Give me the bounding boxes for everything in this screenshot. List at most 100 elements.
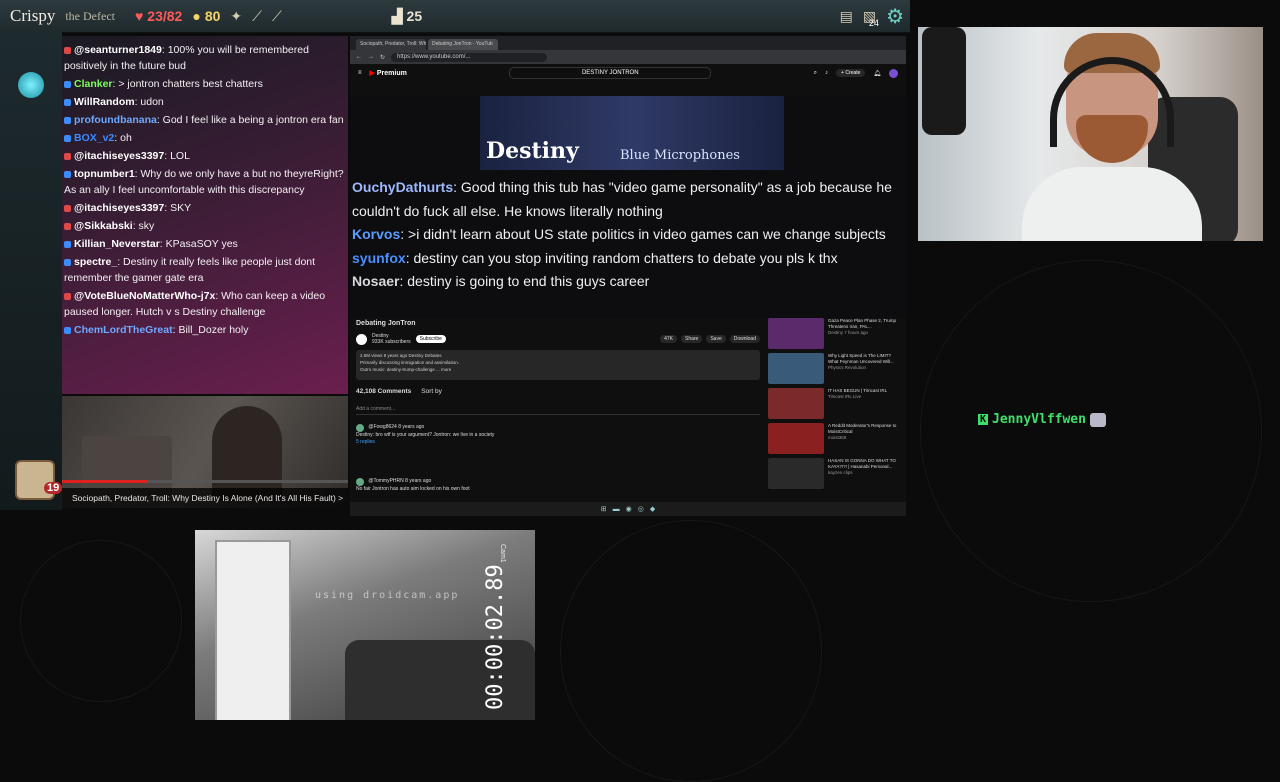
url-field[interactable]: https://www.youtube.com/... <box>391 52 548 62</box>
comments-header: 42,108 Comments Sort by <box>356 388 442 395</box>
back-icon[interactable]: ← <box>356 54 362 60</box>
search-icon[interactable]: ⌕ <box>814 70 817 77</box>
sort-button[interactable]: Sort by <box>421 388 442 395</box>
rec-text: IT HAS BEGUN | Timcast IRL Timcast IRL Li… <box>828 388 887 419</box>
chat-username[interactable]: @VoteBlueNoMatterWho-j7x <box>74 290 215 302</box>
chat-username[interactable]: @Sikkabski <box>74 220 133 232</box>
save-button[interactable]: Save <box>706 335 726 343</box>
video-player[interactable]: Destiny Blue Microphones OuchyDathurts: … <box>350 96 906 372</box>
youtube-logo[interactable]: ▶ Premium <box>370 69 407 77</box>
potion-slot-icon[interactable]: ⟋ <box>252 8 262 25</box>
tab-1[interactable]: Sociopath, Predator, Troll: Wh <box>356 39 426 50</box>
add-comment-input[interactable]: Add a comment... <box>356 406 760 415</box>
channel-subs: 933K subscribers <box>372 339 411 345</box>
chat-badge-icon <box>64 240 71 248</box>
player-title: the Defect <box>65 8 115 23</box>
replies-button[interactable]: 5 replies <box>356 439 375 445</box>
chat-username[interactable]: @itachiseyes3397 <box>74 202 164 214</box>
recommended-video[interactable]: Gaza Peace Plan Phase 2, Trump Threatens… <box>768 318 902 349</box>
hp-display[interactable]: ♥ 23/82 <box>135 8 182 24</box>
chat-username[interactable]: @seanturner1849 <box>74 44 162 56</box>
timecode: 00:00:02.89 <box>483 564 508 710</box>
chat-username[interactable]: topnumber1 <box>74 168 135 180</box>
video-progress-bar[interactable] <box>62 480 348 483</box>
rec-thumbnail[interactable] <box>768 353 824 384</box>
create-button[interactable]: + Create <box>836 69 866 77</box>
channel-avatar[interactable] <box>356 333 367 345</box>
menu-icon[interactable]: ≡ <box>358 70 362 76</box>
potion-slot-icon[interactable]: ✦ <box>230 8 242 25</box>
commenter-avatar[interactable] <box>356 478 364 486</box>
rec-text: Why Light Speed is The LIMIT? What Feynm… <box>828 353 902 384</box>
comment-user[interactable]: @TommyPHRN 8 years ago <box>368 478 431 484</box>
browser-icon[interactable]: ◉ <box>626 505 632 513</box>
chat-message: @itachiseyes3397: SKY <box>64 200 344 216</box>
commenter-avatar[interactable] <box>356 424 364 432</box>
chat-username[interactable]: @itachiseyes3397 <box>74 150 164 162</box>
potion-slot-icon[interactable]: ⟋ <box>272 8 282 25</box>
settings-gear-icon[interactable]: ⚙ <box>886 4 904 29</box>
chat-username[interactable]: Killian_Neverstar <box>74 238 160 250</box>
chat-badge-icon <box>64 292 71 300</box>
stairs-icon: ▟ <box>391 7 403 24</box>
chat-badge-icon <box>64 152 71 160</box>
mic-icon[interactable]: ♪ <box>825 70 828 76</box>
game-top-bar: Crispy the Defect ♥ 23/82 ● 80 ✦ ⟋ ⟋ ▟ 2… <box>0 0 910 33</box>
gold-display[interactable]: ● 80 <box>192 8 220 24</box>
bell-icon[interactable]: 🔔︎ <box>873 70 881 77</box>
search-input[interactable]: DESTINY JONTRON <box>509 67 712 79</box>
like-button[interactable]: 47K <box>660 335 677 343</box>
comment-user[interactable]: @Fowg8624 8 years ago <box>368 424 424 430</box>
rec-thumbnail[interactable] <box>768 388 824 419</box>
floor-display[interactable]: ▟ 25 <box>392 8 422 25</box>
chat-text: : SKY <box>164 202 192 214</box>
windows-icon[interactable]: ⊞ <box>601 505 607 513</box>
app-icon[interactable]: ◆ <box>650 505 655 513</box>
folder-icon[interactable]: ▬ <box>613 506 620 513</box>
overlay-chat-user: Korvos <box>352 226 401 242</box>
chrome-icon[interactable]: ◎ <box>638 505 644 513</box>
chat-badge-icon <box>64 204 71 212</box>
chat-username[interactable]: BOX_v2 <box>74 132 114 144</box>
video-info: Debating JonTron Destiny 933K subscribers… <box>350 318 906 516</box>
recommended-video[interactable]: HASAN IS GONNA DO WHAT TO KAYA?!?! | Has… <box>768 458 902 489</box>
thumb-title: Destiny <box>486 138 579 164</box>
rec-thumbnail[interactable] <box>768 318 824 349</box>
comment-text: Destiny: bro wtf is your argument? Jontr… <box>356 432 495 438</box>
chat-username[interactable]: Clanker <box>74 78 113 90</box>
recommendations: Gaza Peace Plan Phase 2, Trump Threatens… <box>768 318 902 493</box>
rec-title: Why Light Speed is The LIMIT? What Feynm… <box>828 353 894 364</box>
bg-swirl <box>920 260 1262 602</box>
chat-badge-icon <box>64 80 71 88</box>
chat-text: : udon <box>134 96 164 108</box>
heart-icon: ♥ <box>134 8 144 24</box>
chat-text: : sky <box>132 220 155 232</box>
recommended-video[interactable]: A Reddit Moderator's Response to MoistCr… <box>768 423 902 454</box>
reload-icon[interactable]: ↻ <box>380 54 385 61</box>
map-icon[interactable]: ▤ <box>840 8 853 25</box>
relic-icon[interactable] <box>15 460 55 500</box>
tab-2[interactable]: Debating JonTron - YouTub <box>428 39 498 50</box>
download-button[interactable]: Download <box>729 335 760 343</box>
chat-username[interactable]: WillRandom <box>74 96 135 108</box>
description-box[interactable]: 2.5M views 8 years ago Destiny Debates P… <box>356 350 760 380</box>
forward-icon[interactable]: → <box>368 54 374 60</box>
account-avatar[interactable] <box>889 68 898 78</box>
overlay-chat-user: syunfox <box>352 249 406 266</box>
chat-username[interactable]: spectre_ <box>74 256 117 268</box>
deck-icon[interactable]: ▧ 24 <box>863 8 879 28</box>
droidcam-feed: using droidcam.app Cam1 00:00:02.89 <box>195 530 535 720</box>
recommended-video[interactable]: IT HAS BEGUN | Timcast IRL Timcast IRL Li… <box>768 388 902 419</box>
subscribe-button[interactable]: Subscribe <box>415 335 446 343</box>
recommended-video[interactable]: Why Light Speed is The LIMIT? What Feynm… <box>768 353 902 384</box>
chat-message: Clanker: > jontron chatters best chatter… <box>64 76 344 92</box>
cat-emote-icon <box>1089 412 1106 427</box>
chat-username[interactable]: profoundbanana <box>74 114 157 126</box>
chat-username[interactable]: ChemLordTheGreat <box>74 324 173 336</box>
channel-name[interactable]: Destiny 933K subscribers <box>372 333 411 345</box>
rec-thumbnail[interactable] <box>768 458 824 489</box>
rec-thumbnail[interactable] <box>768 423 824 454</box>
rec-title: HASAN IS GONNA DO WHAT TO KAYA?!?! | Has… <box>828 458 896 469</box>
share-button[interactable]: Share <box>681 335 703 343</box>
orb-icon[interactable] <box>18 72 44 98</box>
